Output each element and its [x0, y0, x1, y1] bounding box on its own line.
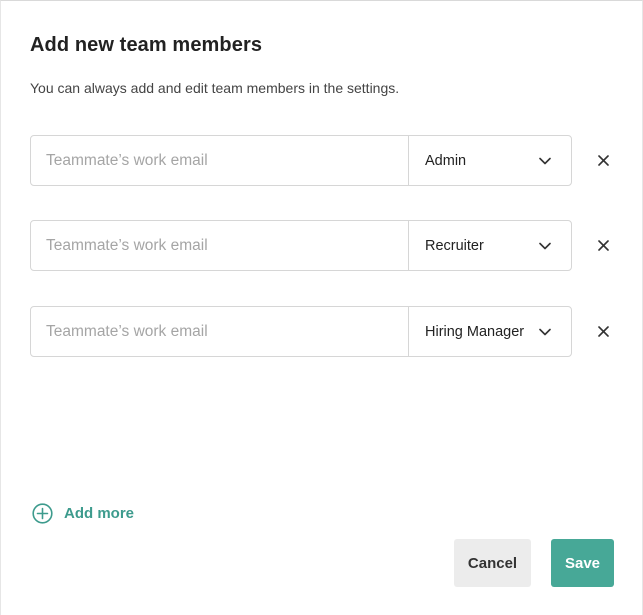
remove-member-button[interactable] [595, 237, 612, 254]
remove-member-button[interactable] [595, 152, 612, 169]
chevron-down-icon [539, 242, 551, 249]
email-field[interactable] [31, 307, 409, 356]
chevron-down-icon [539, 157, 551, 164]
email-field[interactable] [31, 136, 409, 185]
save-button[interactable]: Save [551, 539, 614, 587]
role-dropdown[interactable]: Hiring Manager [409, 307, 571, 356]
role-dropdown-value: Admin [425, 152, 467, 169]
add-more-label: Add more [64, 505, 135, 522]
role-dropdown[interactable]: Recruiter [409, 221, 571, 270]
member-row: Recruiter [30, 220, 630, 271]
role-dropdown-value: Recruiter [425, 237, 484, 254]
member-field-group: Recruiter [30, 220, 572, 271]
member-field-group: Admin [30, 135, 572, 186]
email-field[interactable] [31, 221, 409, 270]
chevron-down-icon [539, 328, 551, 335]
plus-circle-icon [32, 503, 53, 524]
close-icon [598, 326, 609, 337]
dialog-subtitle: You can always add and edit team members… [30, 80, 400, 96]
close-icon [598, 155, 609, 166]
cancel-button[interactable]: Cancel [454, 539, 531, 587]
role-dropdown[interactable]: Admin [409, 136, 571, 185]
close-icon [598, 240, 609, 251]
member-row: Admin [30, 135, 630, 186]
member-field-group: Hiring Manager [30, 306, 572, 357]
remove-member-button[interactable] [595, 323, 612, 340]
member-row: Hiring Manager [30, 306, 630, 357]
add-team-members-dialog: Add new team members You can always add … [0, 0, 643, 615]
dialog-title: Add new team members [30, 34, 263, 56]
add-more-button[interactable]: Add more [32, 503, 134, 524]
role-dropdown-value: Hiring Manager [425, 323, 525, 340]
